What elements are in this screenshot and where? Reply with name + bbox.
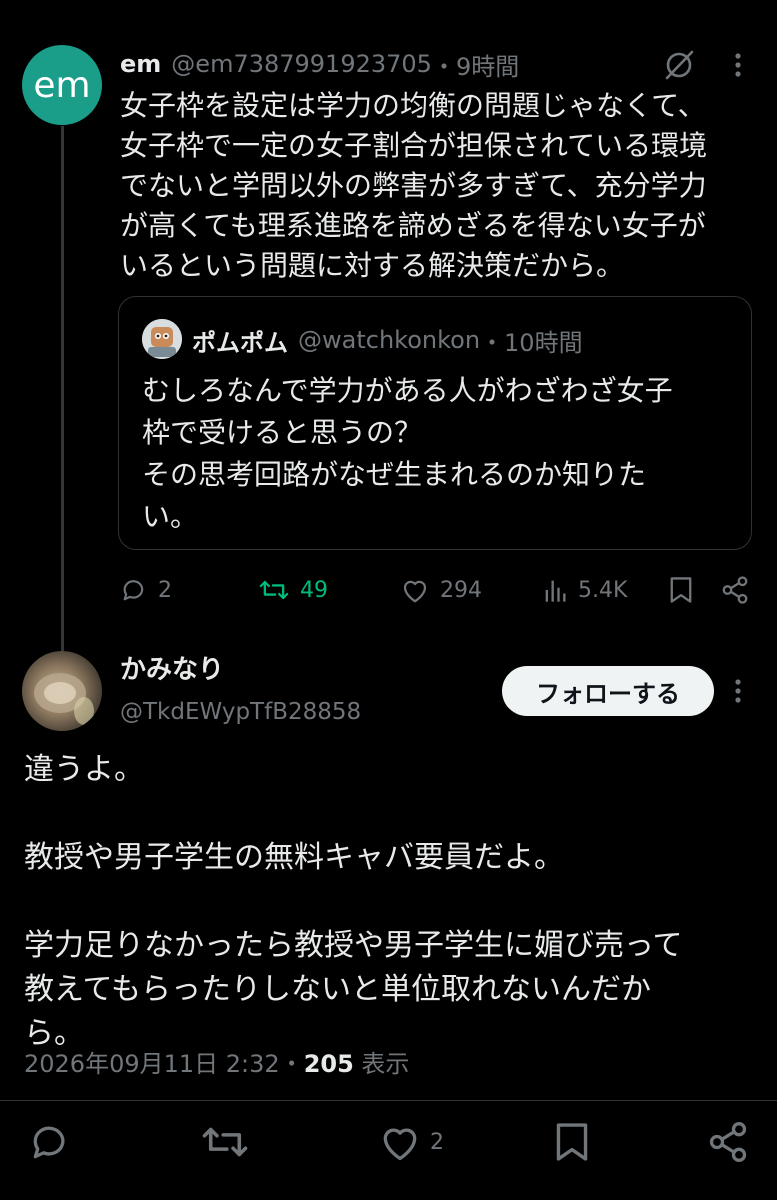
follow-button[interactable]: フォローする <box>502 666 714 716</box>
more-options-icon[interactable] <box>724 674 752 708</box>
tweet-header: em @em7387991923705 ・9時間 <box>120 46 519 82</box>
divider <box>0 1100 777 1101</box>
reply-avatar[interactable] <box>22 651 102 731</box>
tweet-text: 女子枠を設定は学力の均衡の問題じゃなくて、 女子枠で一定の女子割合が担保されてい… <box>120 89 708 282</box>
reply-button[interactable]: 2 <box>120 570 172 610</box>
bookmark-icon <box>556 1123 588 1161</box>
author-name[interactable]: em <box>120 50 161 78</box>
reply-button[interactable] <box>28 1118 80 1166</box>
views-label: 表示 <box>353 1050 410 1078</box>
quoted-avatar-image <box>142 319 182 359</box>
tweet-time[interactable]: ・9時間 <box>432 47 519 82</box>
reply-avatar-image <box>34 673 94 725</box>
like-button[interactable]: 294 <box>400 570 482 610</box>
like-count: 2 <box>430 1129 444 1155</box>
share-icon[interactable] <box>720 575 750 605</box>
views-count: 205 <box>303 1050 354 1078</box>
reply-count: 2 <box>158 577 172 603</box>
post-timestamp[interactable]: 2026年09月11日 2:32・ <box>24 1050 304 1078</box>
thread-connector-line <box>61 126 64 651</box>
analytics-icon <box>545 580 566 602</box>
retweet-button[interactable]: 49 <box>258 570 328 610</box>
retweet-button[interactable] <box>200 1118 258 1166</box>
author-handle[interactable]: @em7387991923705 <box>171 50 432 78</box>
like-button[interactable]: 2 <box>378 1118 444 1166</box>
reply-author-name[interactable]: かみなり <box>120 652 224 688</box>
bookmark-icon[interactable] <box>668 575 694 605</box>
heart-icon <box>403 580 427 603</box>
heart-icon <box>383 1128 417 1161</box>
post-meta: 2026年09月11日 2:32・205 表示 <box>24 1046 409 1082</box>
quoted-tweet-text: むしろなんで学力がある人がわざわざ女子 枠で受けると思うの？ その思考回路がなぜ… <box>142 374 673 533</box>
retweet-count: 49 <box>300 577 328 603</box>
like-count: 294 <box>440 577 482 603</box>
quoted-tweet-time: ・10時間 <box>480 328 583 357</box>
share-button[interactable] <box>706 1118 758 1166</box>
quoted-author-handle: @watchkonkon <box>298 326 481 354</box>
grok-icon[interactable] <box>662 48 696 82</box>
quoted-tweet-header: ポムポム @watchkonkon ・10時間 <box>192 322 583 358</box>
more-options-icon[interactable] <box>724 48 752 82</box>
quoted-avatar <box>142 319 182 359</box>
reply-icon <box>33 1126 65 1159</box>
views-count: 5.4K <box>578 577 628 603</box>
reply-icon <box>123 580 144 601</box>
avatar[interactable]: em <box>22 45 102 125</box>
share-icon <box>709 1122 747 1162</box>
avatar-text: em <box>33 64 91 106</box>
bookmark-button[interactable] <box>552 1118 600 1166</box>
retweet-icon <box>259 580 289 600</box>
retweet-icon <box>202 1127 248 1157</box>
views-button[interactable]: 5.4K <box>542 570 627 610</box>
quoted-author-name: ポムポム <box>192 328 288 357</box>
reply-text: 違うよ。 教授や男子学生の無料キャバ要員だよ。 学力足りなかったら教授や男子学生… <box>24 752 683 1051</box>
reply-author-handle[interactable]: @TkdEWypTfB28858 <box>120 696 361 728</box>
